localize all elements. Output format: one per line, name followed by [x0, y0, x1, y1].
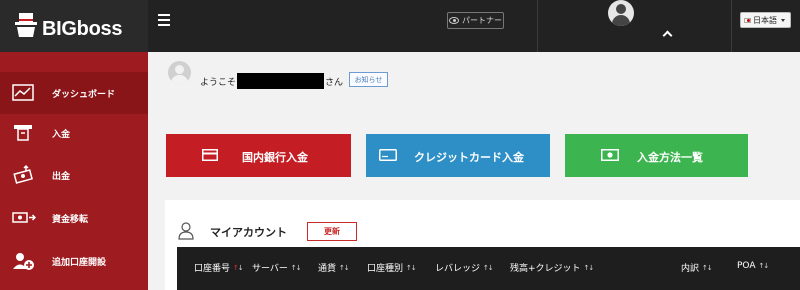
- column-header-balance-credit[interactable]: 残高+クレジット ↑↓: [510, 261, 595, 275]
- bank-card-icon: [202, 149, 218, 161]
- header-divider: [731, 0, 732, 52]
- sidebar-item-transfer[interactable]: 資金移転: [0, 197, 148, 239]
- atm-deposit-icon: [14, 125, 32, 141]
- welcome-prefix: ようこそ: [200, 77, 237, 88]
- brand-area: BIGboss: [0, 0, 148, 52]
- dashboard-chart-icon: [12, 84, 34, 101]
- sort-arrows-icon: ↑↓: [339, 263, 350, 272]
- welcome-suffix: さん: [325, 77, 344, 88]
- column-header-poa[interactable]: POA ↑↓: [737, 261, 770, 271]
- caret-down-icon: [781, 18, 785, 22]
- user-outline-icon: [178, 222, 194, 240]
- user-avatar[interactable]: [608, 0, 634, 26]
- sort-arrows-icon: ↑↓: [583, 263, 595, 272]
- credit-card-deposit-button[interactable]: クレジットカード入金: [366, 134, 550, 177]
- sort-arrows-icon: ↑↓: [233, 263, 244, 272]
- sidebar-item-label: 資金移転: [52, 214, 89, 225]
- japan-flag-icon: [744, 17, 751, 23]
- redacted-username: [237, 73, 325, 89]
- sort-arrows-icon: ↑↓: [406, 263, 417, 272]
- account-title: マイアカウント: [210, 226, 287, 239]
- column-header-currency[interactable]: 通貨 ↑↓: [318, 261, 350, 275]
- sidebar-item-label: 出金: [52, 171, 71, 182]
- logo[interactable]: BIGboss: [14, 8, 140, 42]
- account-table-header: 口座番号 ↑↓ サーバー ↑↓ 通貨 ↑↓ 口座種別 ↑↓ レバレッジ ↑↓ 残…: [177, 247, 800, 290]
- refresh-button[interactable]: 更新: [307, 222, 357, 241]
- banknote-icon: [601, 149, 619, 161]
- my-account-panel: マイアカウント 更新 口座番号 ↑↓ サーバー ↑↓ 通貨 ↑↓ 口座種別 ↑↓: [165, 200, 800, 290]
- welcome-avatar: [168, 61, 191, 84]
- domestic-bank-deposit-button[interactable]: 国内銀行入金: [166, 134, 351, 177]
- column-header-breakdown[interactable]: 内訳 ↑↓: [681, 261, 713, 275]
- add-account-icon: [13, 253, 34, 270]
- domestic-bank-deposit-label: 国内銀行入金: [242, 151, 308, 164]
- credit-card-deposit-label: クレジットカード入金: [414, 151, 524, 164]
- header-divider: [537, 0, 538, 52]
- column-header-leverage[interactable]: レバレッジ ↑↓: [435, 261, 494, 275]
- app-root: BIGboss パートナー 日本語 ダッシュボード 入金 出金 資金移転 追加口…: [0, 0, 800, 290]
- sidebar: ダッシュボード 入金 出金 資金移転 追加口座開設: [0, 52, 148, 290]
- sidebar-item-label: 追加口座開設: [52, 257, 107, 268]
- eye-icon: [449, 17, 459, 24]
- partner-button[interactable]: パートナー: [447, 12, 504, 29]
- sidebar-item-label: ダッシュボード: [52, 89, 116, 100]
- logo-text: BIGboss: [42, 18, 123, 40]
- main-content: ようこそ さん お知らせ 国内銀行入金 クレジットカード入金 入金方法一覧 マイ…: [148, 52, 800, 290]
- notice-button[interactable]: お知らせ: [349, 72, 388, 87]
- column-header-account-type[interactable]: 口座種別 ↑↓: [367, 261, 417, 275]
- column-header-server[interactable]: サーバー ↑↓: [252, 261, 302, 275]
- welcome-message: ようこそ さん: [200, 73, 343, 89]
- money-transfer-icon: [12, 212, 36, 223]
- sidebar-item-deposit[interactable]: 入金: [0, 112, 148, 154]
- language-select[interactable]: 日本語: [740, 12, 791, 28]
- partner-button-label: パートナー: [462, 16, 502, 25]
- sort-arrows-icon: ↑↓: [483, 263, 494, 272]
- sidebar-item-withdraw[interactable]: 出金: [0, 154, 148, 196]
- sidebar-item-label: 入金: [52, 129, 71, 140]
- chevron-up-icon[interactable]: [662, 30, 673, 41]
- logo-hat-icon: [15, 13, 37, 37]
- deposit-methods-button[interactable]: 入金方法一覧: [565, 134, 748, 177]
- sort-arrows-icon: ↑↓: [758, 262, 770, 270]
- sidebar-item-add-account[interactable]: 追加口座開設: [0, 240, 148, 282]
- column-header-account-number[interactable]: 口座番号 ↑↓: [194, 261, 244, 275]
- language-label: 日本語: [753, 15, 777, 25]
- top-header: BIGboss パートナー 日本語: [0, 0, 800, 52]
- menu-toggle-icon[interactable]: [158, 14, 170, 26]
- cash-withdraw-icon: [13, 164, 33, 184]
- credit-card-icon: [379, 149, 397, 161]
- deposit-methods-label: 入金方法一覧: [637, 151, 703, 164]
- sort-arrows-icon: ↑↓: [290, 263, 302, 272]
- sidebar-item-dashboard[interactable]: ダッシュボード: [0, 72, 148, 114]
- sort-arrows-icon: ↑↓: [702, 263, 713, 272]
